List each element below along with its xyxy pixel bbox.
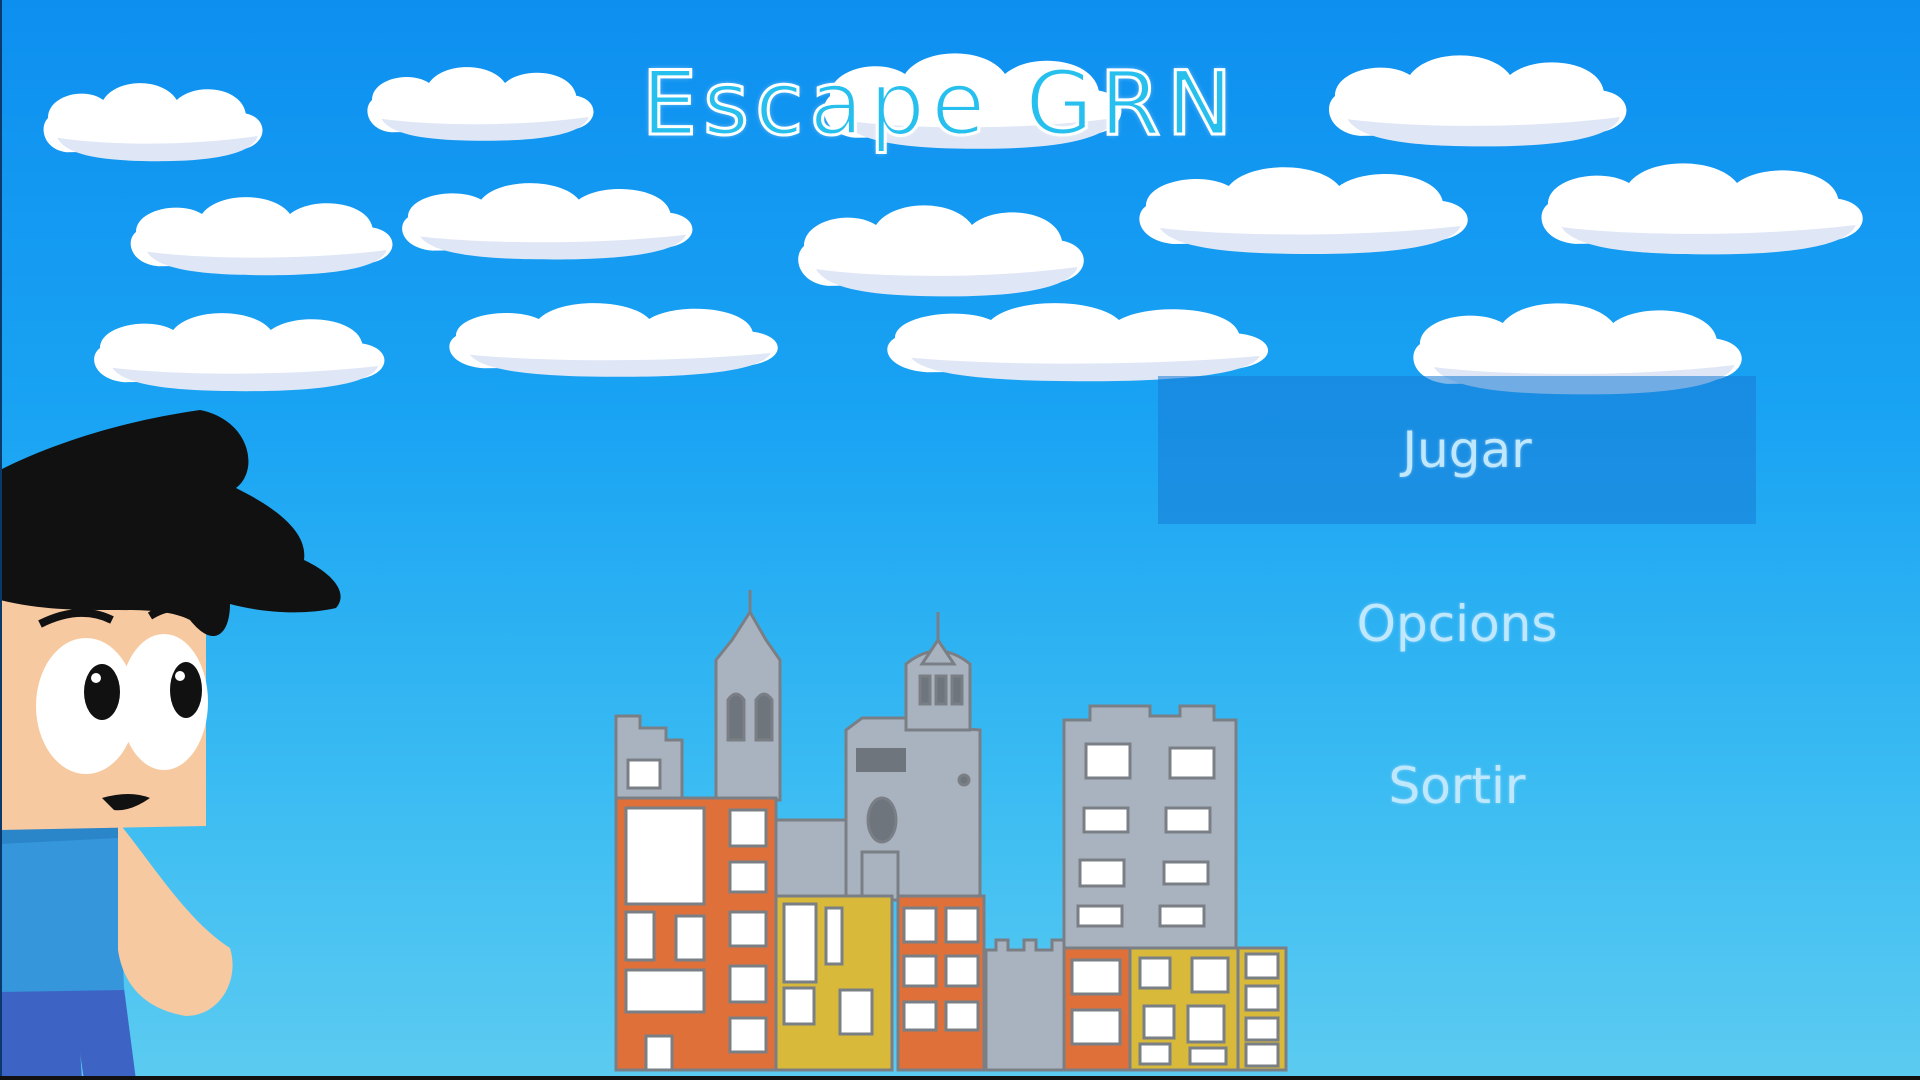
player-character <box>0 410 341 1080</box>
cloud <box>887 303 1269 382</box>
options-button[interactable]: Opcions <box>1158 584 1756 664</box>
cloud <box>1139 167 1468 254</box>
cloud <box>449 303 778 377</box>
cloud <box>798 205 1084 297</box>
exit-button[interactable]: Sortir <box>1158 746 1756 826</box>
play-button[interactable]: Jugar <box>1158 376 1756 524</box>
cloud <box>130 197 393 276</box>
cloud <box>94 313 385 392</box>
bottom-border <box>0 1076 1920 1080</box>
window-edge <box>0 0 2 1080</box>
cloud <box>402 183 693 260</box>
background-scene <box>0 53 1863 1080</box>
main-menu-screen: Escape GRN Jugar Opcions Sortir <box>0 0 1920 1080</box>
game-title: Escape GRN <box>640 51 1239 157</box>
cloud <box>1541 163 1863 255</box>
